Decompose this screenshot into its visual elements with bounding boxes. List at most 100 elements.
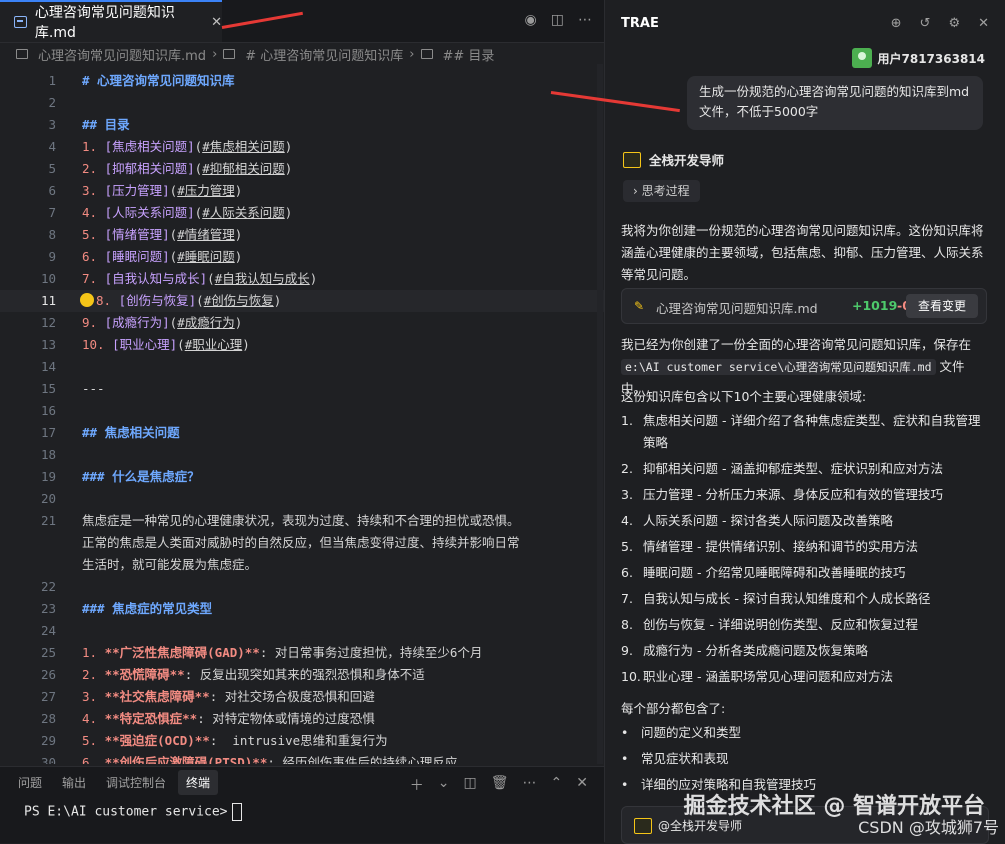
code-line[interactable]: 正常的焦虑是人类面对威胁时的自然反应，但当焦虑变得过度、持续并影响日常 [0,532,604,554]
line-text: 生活时，就可能发展为焦虑症。 [82,557,258,572]
list-item: 1. 焦虑相关问题 - 详细介绍了各种焦虑症类型、症状和自我管理策略 [621,410,987,454]
code-line[interactable]: 22 [0,576,604,598]
created-text-a: 我已经为你创建了一份全面的心理咨询常见问题知识库，保存在 [621,337,972,352]
code-line[interactable]: 9 6. [睡眠问题](#睡眠问题) [0,246,604,268]
terminal[interactable]: PS E:\AI customer service> [0,797,604,821]
close-icon[interactable]: ✕ [576,775,588,795]
line-number: 1 [48,73,56,88]
split-editor-icon[interactable]: ◫ [551,12,564,28]
code-line[interactable]: 18 [0,444,604,466]
code-line[interactable]: 26 2. **恐慌障碍**: 反复出现突如其来的强烈恐惧和身体不适 [0,664,604,686]
view-changes-button[interactable]: 查看变更 [905,294,978,318]
file-path: e:\AI customer service\心理咨询常见问题知识库.md [621,359,936,375]
more-icon[interactable]: ⋯ [578,12,592,28]
tab-debug-console[interactable]: 调试控制台 [98,770,174,795]
list-number: 8. [621,617,633,632]
code-line[interactable]: 30 6. **创伤后应激障碍(PTSD)**: 经历创伤事件后的持续心理反应 [0,752,604,764]
code-line[interactable]: 28 4. **特定恐惧症**: 对特定物体或情境的过度恐惧 [0,708,604,730]
lines-added: +1019 [852,298,898,313]
close-icon[interactable]: ✕ [978,16,989,31]
chevron-down-icon[interactable]: ⌄ [438,775,450,795]
close-icon[interactable]: ✕ [211,15,222,30]
thinking-label: 思考过程 [641,184,690,198]
list-number: 1. [621,413,633,428]
tab-terminal[interactable]: 终端 [178,769,219,795]
code-line[interactable]: 27 3. **社交焦虑障碍**: 对社交场合极度恐惧和回避 [0,686,604,708]
tab-actions: ◉ ◫ ⋯ [525,12,592,28]
more-icon[interactable]: ⋯ [523,775,537,795]
code-line[interactable]: 1 # 心理咨询常见问题知识库 [0,70,604,92]
list-item: 7. 自我认知与成长 - 探讨自我认知维度和个人成长路径 [621,588,987,610]
tab-label: 心理咨询常见问题知识库.md [34,5,175,41]
editor-tabbar: 心理咨询常见问题知识库.md ✕ ◉ ◫ ⋯ [0,0,604,43]
line-text: 2. **恐慌障碍**: 反复出现突如其来的强烈恐惧和身体不适 [82,667,425,682]
breadcrumb-item[interactable]: # 心理咨询常见问题知识库 [245,45,403,64]
tab-output[interactable]: 输出 [54,770,94,795]
code-line[interactable]: 29 5. **强迫症(OCD)**: intrusive思维和重复行为 [0,730,604,752]
code-line[interactable]: 3 ## 目录 [0,114,604,136]
code-line[interactable]: 7 4. [人际关系问题](#人际关系问题) [0,202,604,224]
lightbulb-icon[interactable] [80,293,94,307]
breadcrumb: 心理咨询常见问题知识库.md › # 心理咨询常见问题知识库 › ## 目录 [0,43,604,65]
code-area[interactable]: 1 # 心理咨询常见问题知识库 2 3 ## 目录 4 1. [焦虑相关问题](#焦虑相关问… [0,64,604,764]
agent-header: 全栈开发导师 [623,150,724,169]
line-number: 17 [40,425,56,440]
code-line[interactable]: 24 [0,620,604,642]
new-chat-icon[interactable]: ⊕ [891,16,902,31]
code-line[interactable]: 20 [0,488,604,510]
code-line[interactable]: 4 1. [焦虑相关问题](#焦虑相关问题) [0,136,604,158]
thinking-toggle[interactable]: › 思考过程 [623,180,700,202]
line-number: 7 [48,205,56,220]
line-number: 9 [48,249,56,264]
line-text: 9. [成瘾行为](#成瘾行为) [82,315,243,330]
code-line[interactable]: 生活时，就可能发展为焦虑症。 [0,554,604,576]
breadcrumb-item[interactable]: 心理咨询常见问题知识库.md [38,45,206,64]
split-terminal-icon[interactable]: ◫ [464,775,477,795]
code-line[interactable]: 10 7. [自我认知与成长](#自我认知与成长) [0,268,604,290]
list-item: 9. 成瘾行为 - 分析各类成瘾问题及恢复策略 [621,640,987,662]
list-number: 7. [621,591,633,606]
code-line[interactable]: 6 3. [压力管理](#压力管理) [0,180,604,202]
code-line[interactable]: 21 焦虑症是一种常见的心理健康状况，表现为过度、持续和不合理的担忧或恐惧。 [0,510,604,532]
file-name[interactable]: 心理咨询常见问题知识库.md [656,298,818,317]
code-line[interactable]: 25 1. **广泛性焦虑障碍(GAD)**: 对日常事务过度担忧，持续至少6个月 [0,642,604,664]
trash-icon[interactable]: 🗑 [491,775,509,795]
line-text: 4. [人际关系问题](#人际关系问题) [82,205,293,220]
code-line[interactable]: 5 2. [抑郁相关问题](#抑郁相关问题) [0,158,604,180]
line-number: 12 [40,315,56,330]
markdown-file-icon [14,16,27,28]
code-line[interactable]: 23 ### 焦虑症的常见类型 [0,598,604,620]
tab-problems[interactable]: 问题 [10,770,50,795]
editor-scrollbar[interactable] [597,64,603,764]
code-line[interactable]: 11 8. [创伤与恢复](#创伤与恢复) [0,290,604,312]
code-line[interactable]: 16 [0,400,604,422]
line-text: 1. [焦虑相关问题](#焦虑相关问题) [82,139,293,154]
maximize-icon[interactable]: ⌃ [551,775,563,795]
line-number: 21 [40,513,56,528]
terminal-prompt: PS E:\AI customer service> [24,804,228,820]
code-line[interactable]: 17 ## 焦虑相关问题 [0,422,604,444]
line-text: 正常的焦虑是人类面对威胁时的自然反应，但当焦虑变得过度、持续并影响日常 [82,535,520,550]
line-text: # 心理咨询常见问题知识库 [82,73,235,88]
code-line[interactable]: 14 [0,356,604,378]
code-line[interactable]: 2 [0,92,604,114]
list-text: 常见症状和表现 [641,751,729,766]
bullet: • [621,777,629,792]
breadcrumb-item[interactable]: ## 目录 [443,45,495,64]
heading-icon [223,49,236,59]
line-text: 6. **创伤后应激障碍(PTSD)**: 经历创伤事件后的持续心理反应 [82,755,458,764]
agent-icon [634,817,652,834]
code-line[interactable]: 19 ### 什么是焦虑症？ [0,466,604,488]
preview-icon[interactable]: ◉ [525,12,537,28]
editor-tab[interactable]: 心理咨询常见问题知识库.md ✕ [0,0,222,42]
code-line[interactable]: 13 10. [职业心理](#职业心理) [0,334,604,356]
code-line[interactable]: 12 9. [成瘾行为](#成瘾行为) [0,312,604,334]
line-text: 7. [自我认知与成长](#自我认知与成长) [82,271,318,286]
code-line[interactable]: 8 5. [情绪管理](#情绪管理) [0,224,604,246]
add-terminal-icon[interactable]: ＋ [410,775,424,795]
code-line[interactable]: 15 --- [0,378,604,400]
history-icon[interactable]: ↺ [920,16,931,31]
gear-icon[interactable]: ⚙ [948,16,960,31]
line-number: 24 [40,623,56,638]
list-text: 职业心理 - 涵盖职场常见心理问题和应对方法 [643,669,893,684]
